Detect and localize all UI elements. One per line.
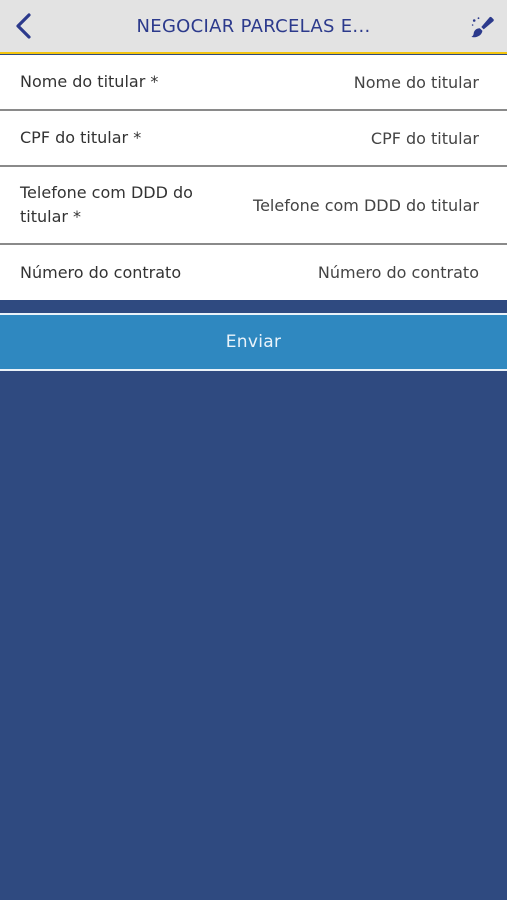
paint-brush-icon — [471, 16, 494, 38]
telefone-input[interactable] — [229, 195, 479, 215]
send-button[interactable]: Enviar — [0, 313, 507, 371]
form-row-telefone: Telefone com DDD do titular * — [0, 167, 507, 245]
top-app-bar: NEGOCIAR PARCELAS E... — [0, 0, 507, 54]
telefone-label: Telefone com DDD do titular * — [20, 183, 193, 226]
page-title: NEGOCIAR PARCELAS E... — [136, 16, 371, 37]
form-row-contrato: Número do contrato — [0, 245, 507, 300]
nome-label: Nome do titular * — [20, 72, 159, 91]
negotiation-form: Nome do titular * CPF do titular * Telef… — [0, 55, 507, 300]
back-button[interactable] — [6, 8, 42, 44]
cpf-label: CPF do titular * — [20, 128, 142, 147]
chevron-left-icon — [16, 13, 31, 39]
contrato-label: Número do contrato — [20, 262, 182, 282]
app-screen: NEGOCIAR PARCELAS E... Nome do titular *… — [0, 0, 507, 900]
nome-input[interactable] — [219, 72, 479, 92]
form-row-nome: Nome do titular * — [0, 55, 507, 111]
form-row-cpf: CPF do titular * — [0, 111, 507, 167]
cpf-input[interactable] — [219, 128, 479, 148]
contrato-input[interactable] — [219, 263, 479, 282]
paint-brush-button[interactable] — [465, 10, 499, 44]
